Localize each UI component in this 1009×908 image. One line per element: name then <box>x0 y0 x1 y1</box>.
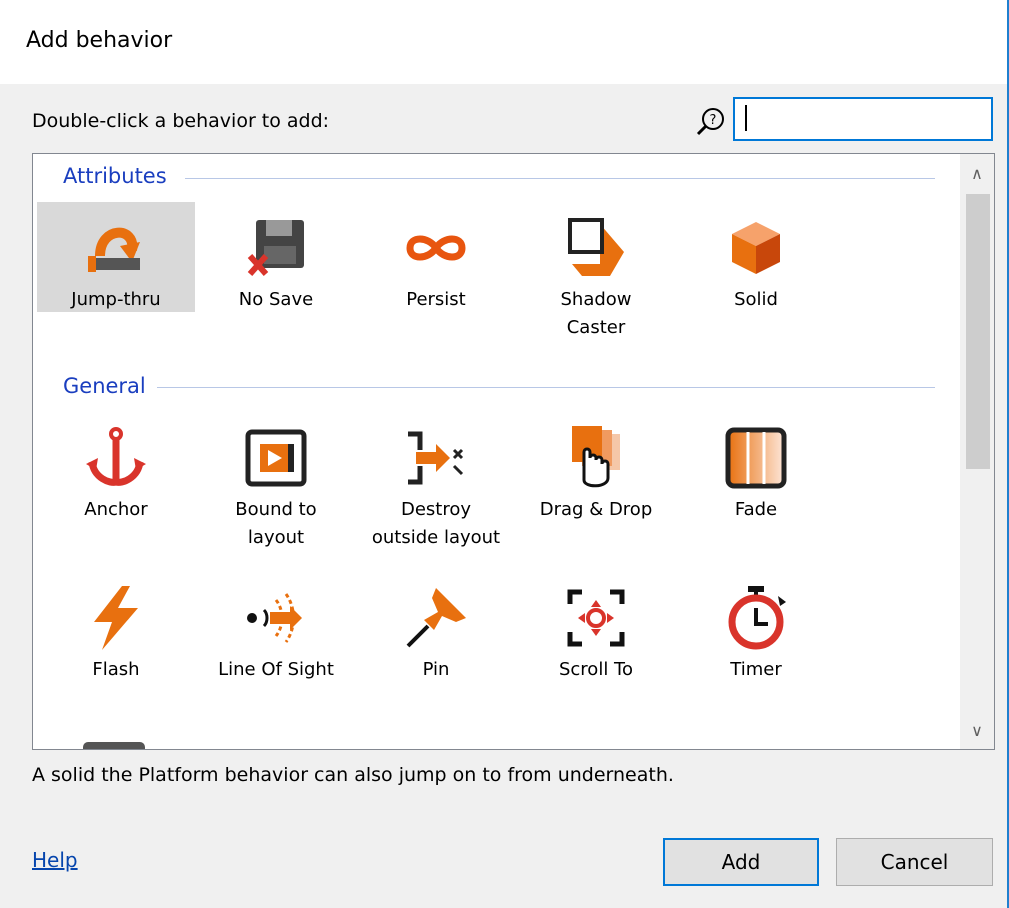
infinity-icon <box>406 235 466 261</box>
behavior-item-pin[interactable]: Pin <box>357 572 515 684</box>
timer-icon <box>728 586 786 650</box>
behavior-item-flash[interactable]: Flash <box>37 572 195 684</box>
add-behavior-dialog: Add behavior Double-click a behavior to … <box>0 0 1009 908</box>
destroy-outside-layout-icon <box>408 431 464 485</box>
behavior-item-fade[interactable]: Fade <box>677 412 835 524</box>
behavior-item-line-of-sight[interactable]: Line Of Sight <box>197 572 355 684</box>
svg-text:?: ? <box>710 113 717 128</box>
behavior-label: Flash <box>92 659 140 680</box>
anchor-icon <box>86 427 146 486</box>
behavior-label: Shadow Caster <box>560 289 632 338</box>
behavior-item-no-save[interactable]: No Save <box>197 202 355 314</box>
group-divider <box>185 178 935 179</box>
behavior-label: Pin <box>422 659 450 680</box>
behavior-item-anchor[interactable]: Anchor <box>37 412 195 524</box>
group-header-attributes: Attributes <box>63 164 167 188</box>
group-header-general: General <box>63 374 146 398</box>
behavior-label: No Save <box>238 289 314 310</box>
drag-drop-icon <box>572 426 620 488</box>
behavior-label: Solid <box>734 289 778 310</box>
fade-icon <box>725 427 787 489</box>
behavior-list[interactable]: Attributes Jump-thru No Save Persist Sha… <box>32 153 995 750</box>
bound-to-layout-icon <box>245 429 307 487</box>
solid-cube-icon <box>732 222 780 274</box>
behavior-label: Fade <box>734 499 778 520</box>
instruction-label: Double-click a behavior to add: <box>32 110 330 132</box>
search-input[interactable] <box>733 97 993 141</box>
behavior-label: Jump-thru <box>71 289 161 310</box>
behavior-label: Line Of Sight <box>218 659 334 680</box>
behavior-label: Scroll To <box>558 659 633 680</box>
behavior-item-jump-thru[interactable]: Jump-thru <box>37 202 195 312</box>
behavior-label: Bound to layout <box>235 499 317 548</box>
behavior-label: Drag & Drop <box>539 499 653 520</box>
list-scrollbar[interactable]: ∧ ∨ <box>960 154 994 749</box>
scroll-thumb[interactable] <box>966 194 990 469</box>
behavior-label: Destroy outside layout <box>371 499 501 548</box>
behavior-item-bound-to-layout[interactable]: Bound to layout <box>197 412 355 552</box>
behavior-item-shadow-caster[interactable]: Shadow Caster <box>517 202 675 342</box>
behavior-item-persist[interactable]: Persist <box>357 202 515 314</box>
behavior-label: Anchor <box>84 499 148 520</box>
behavior-label: Timer <box>730 659 782 680</box>
behavior-item-destroy-outside-layout[interactable]: Destroy outside layout <box>357 412 515 552</box>
help-link[interactable]: Help <box>32 848 78 872</box>
text-caret <box>745 105 747 131</box>
jump-thru-icon <box>88 227 140 272</box>
title-bar: Add behavior <box>0 0 1007 84</box>
line-of-sight-icon <box>247 593 302 643</box>
behavior-description: A solid the Platform behavior can also j… <box>32 764 674 786</box>
no-save-icon <box>247 220 304 276</box>
lightning-icon <box>94 586 138 650</box>
search-icon[interactable]: ? <box>694 104 728 138</box>
group-divider <box>157 387 935 388</box>
cancel-button[interactable]: Cancel <box>836 838 993 886</box>
behavior-item-solid[interactable]: Solid <box>677 202 835 314</box>
scroll-down-arrow-icon[interactable]: ∨ <box>960 711 994 749</box>
shadow-caster-icon <box>568 218 624 276</box>
scroll-to-icon <box>567 589 625 647</box>
behavior-item-timer[interactable]: Timer <box>677 572 835 684</box>
scroll-up-arrow-icon[interactable]: ∧ <box>960 154 994 192</box>
behavior-item-partial <box>83 742 145 749</box>
behavior-label: Persist <box>406 289 466 310</box>
behavior-item-scroll-to[interactable]: Scroll To <box>517 572 675 684</box>
dialog-title: Add behavior <box>26 28 173 53</box>
behavior-item-drag-drop[interactable]: Drag & Drop <box>517 412 675 524</box>
pin-icon <box>406 588 466 648</box>
add-button[interactable]: Add <box>663 838 819 886</box>
